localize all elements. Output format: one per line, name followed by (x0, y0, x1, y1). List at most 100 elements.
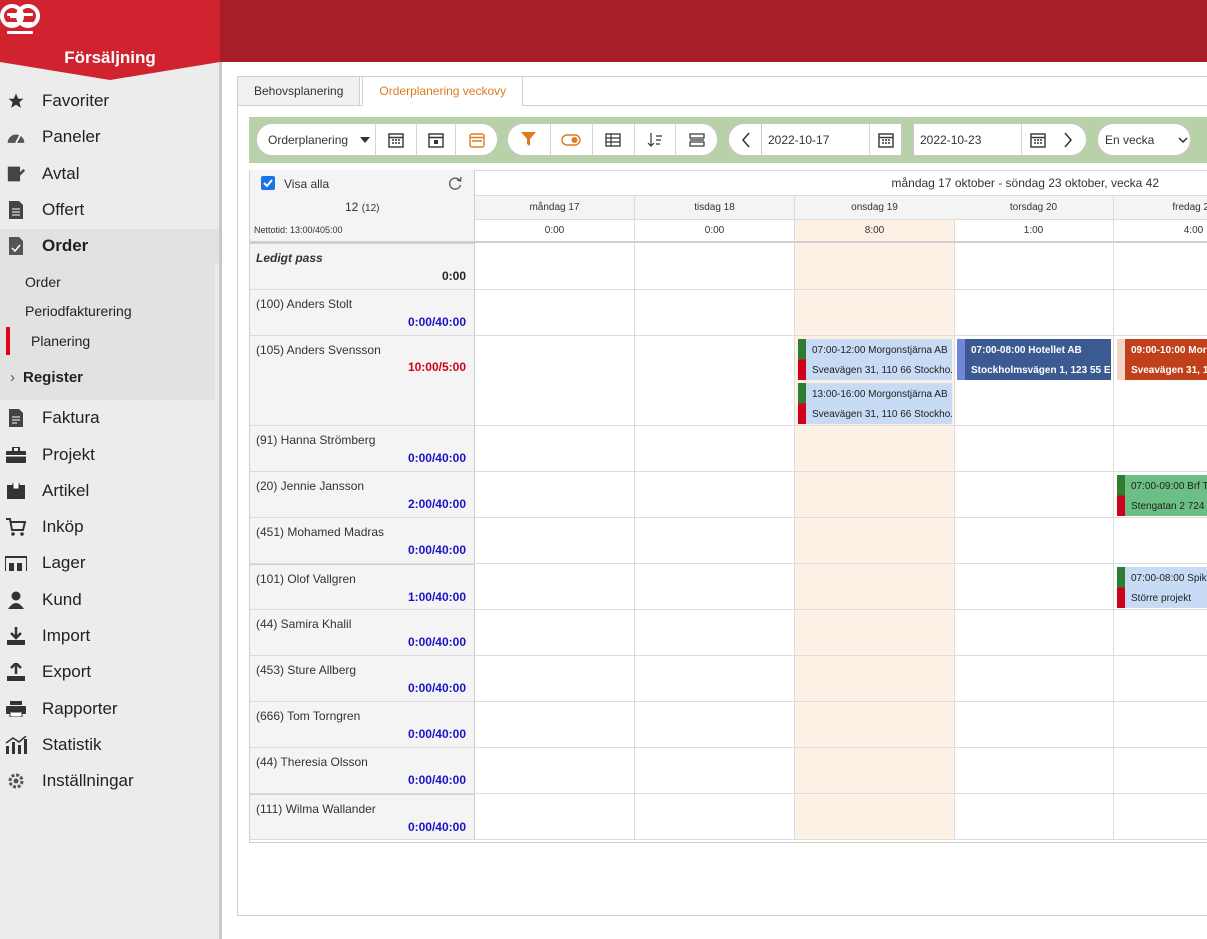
order-event[interactable]: 07:00-09:00 Brf Tvåan Stengatan 2 724 66 … (1117, 475, 1207, 516)
toggle-button[interactable] (549, 124, 593, 155)
schedule-cell[interactable] (635, 336, 795, 426)
sidebar-item-offert[interactable]: Offert (0, 193, 219, 227)
schedule-cell[interactable] (1114, 702, 1207, 748)
schedule-cell[interactable] (795, 426, 955, 472)
schedule-cell[interactable] (1114, 426, 1207, 472)
sidebar-item-avtal[interactable]: Avtal (0, 157, 219, 191)
resource-row-label[interactable]: (105) Anders Svensson 10:00/5:00 (250, 336, 475, 426)
week-view-button[interactable] (455, 124, 497, 155)
sidebar-subitem-order[interactable]: Order (0, 268, 215, 296)
day-header[interactable]: tisdag 18 (635, 196, 795, 220)
sort-button[interactable] (633, 124, 676, 155)
tab-orderplanering-veckovy[interactable]: Orderplanering veckovy (362, 76, 524, 106)
sidebar-item-lager[interactable]: Lager (0, 546, 219, 580)
schedule-cell[interactable] (954, 610, 1114, 656)
schedule-cell[interactable] (954, 243, 1114, 290)
schedule-cell[interactable] (1114, 518, 1207, 564)
schedule-cell[interactable] (795, 564, 955, 610)
date-from-calendar-button[interactable] (869, 124, 901, 155)
schedule-cell[interactable] (635, 610, 795, 656)
resource-row-label[interactable]: (666) Tom Torngren 0:00/40:00 (250, 702, 475, 748)
schedule-cell[interactable] (1114, 243, 1207, 290)
resource-row-label[interactable]: (20) Jennie Jansson 2:00/40:00 (250, 472, 475, 518)
sidebar-subitem-register[interactable]: › Register (0, 363, 215, 391)
date-to-calendar-button[interactable] (1021, 124, 1053, 155)
resource-row-label[interactable]: (453) Sture Allberg 0:00/40:00 (250, 656, 475, 702)
schedule-cell[interactable] (954, 794, 1114, 840)
order-event[interactable]: 09:00-10:00 Morgonstjärna AB Sveavägen 31… (1117, 339, 1207, 380)
sidebar-item-rapporter[interactable]: Rapporter (0, 692, 219, 726)
schedule-cell[interactable] (954, 426, 1114, 472)
schedule-cell[interactable] (954, 702, 1114, 748)
date-to-field[interactable]: 2022-10-23 (913, 123, 1054, 156)
schedule-cell[interactable] (795, 243, 955, 290)
range-select[interactable]: En vecka (1097, 123, 1191, 156)
month-view-button[interactable] (375, 124, 416, 155)
schedule-cell[interactable] (635, 472, 795, 518)
schedule-cell[interactable] (1114, 610, 1207, 656)
sidebar-subitem-periodfakturering[interactable]: Periodfakturering (0, 297, 215, 325)
show-all-checkbox[interactable] (261, 176, 275, 190)
rows-button[interactable] (675, 124, 717, 155)
schedule-cell[interactable] (795, 794, 955, 840)
schedule-cell[interactable] (795, 702, 955, 748)
schedule-cell[interactable] (795, 656, 955, 702)
schedule-cell[interactable] (954, 472, 1114, 518)
schedule-cell[interactable] (635, 564, 795, 610)
schedule-cell[interactable] (475, 794, 635, 840)
sidebar-item-favoriter[interactable]: Favoriter (0, 84, 219, 118)
schedule-cell[interactable] (954, 290, 1114, 336)
sidebar-item-faktura[interactable]: Faktura (0, 401, 219, 435)
resource-row-label[interactable]: Ledigt pass 0:00 (250, 243, 475, 290)
resource-row-label[interactable]: (44) Theresia Olsson 0:00/40:00 (250, 748, 475, 794)
resource-row-label[interactable]: (91) Hanna Strömberg 0:00/40:00 (250, 426, 475, 472)
sidebar-subitem-planering[interactable]: Planering (0, 327, 215, 355)
schedule-cell[interactable] (635, 243, 795, 290)
resource-row-label[interactable]: (451) Mohamed Madras 0:00/40:00 (250, 518, 475, 564)
day-header[interactable]: fredag 21 (1114, 196, 1207, 220)
sidebar-item-import[interactable]: Import (0, 619, 219, 653)
sidebar-item-export[interactable]: Export (0, 655, 219, 689)
order-event[interactable]: 07:00-08:00 Spikfabriken Större projekt (1117, 567, 1207, 608)
schedule-cell[interactable] (635, 426, 795, 472)
schedule-cell[interactable] (635, 748, 795, 794)
sidebar-item-artikel[interactable]: Artikel (0, 474, 219, 508)
schedule-cell[interactable] (475, 472, 635, 518)
day-view-button[interactable] (415, 124, 456, 155)
tab-behovsplanering[interactable]: Behovsplanering (237, 76, 361, 106)
schedule-cell[interactable] (795, 748, 955, 794)
order-event[interactable]: 07:00-08:00 Hotellet AB Stockholmsvägen 1… (957, 339, 1111, 380)
sidebar-item-inkop[interactable]: Inköp (0, 510, 219, 544)
schedule-cell[interactable] (475, 336, 635, 426)
schedule-cell[interactable] (635, 702, 795, 748)
refresh-icon[interactable] (447, 175, 463, 191)
view-dropdown[interactable]: Orderplanering (257, 124, 375, 155)
schedule-cell[interactable] (954, 518, 1114, 564)
schedule-cell[interactable] (635, 518, 795, 564)
schedule-cell[interactable] (475, 426, 635, 472)
schedule-cell[interactable] (1114, 748, 1207, 794)
schedule-cell[interactable] (475, 610, 635, 656)
order-event[interactable]: 07:00-12:00 Morgonstjärna AB Sveavägen 31… (798, 339, 952, 380)
table-view-button[interactable] (592, 124, 634, 155)
date-from-field[interactable]: 2022-10-17 (761, 123, 902, 156)
schedule-cell[interactable] (1114, 794, 1207, 840)
schedule-cell[interactable] (954, 748, 1114, 794)
schedule-cell[interactable] (475, 702, 635, 748)
order-event[interactable]: 13:00-16:00 Morgonstjärna AB Sveavägen 31… (798, 383, 952, 424)
schedule-cell[interactable] (635, 794, 795, 840)
schedule-cell[interactable] (954, 564, 1114, 610)
day-header[interactable]: torsdag 20 (954, 196, 1114, 220)
schedule-cell[interactable] (635, 290, 795, 336)
sidebar-item-paneler[interactable]: Paneler (0, 120, 219, 154)
resource-row-label[interactable]: (44) Samira Khalil 0:00/40:00 (250, 610, 475, 656)
schedule-cell[interactable] (1114, 656, 1207, 702)
day-header[interactable]: onsdag 19 (795, 196, 955, 220)
sidebar-item-order[interactable]: Order (0, 229, 219, 263)
resource-row-label[interactable]: (101) Olof Vallgren 1:00/40:00 (250, 564, 475, 610)
filter-button[interactable] (508, 124, 550, 155)
schedule-cell[interactable] (795, 518, 955, 564)
sidebar-item-kund[interactable]: Kund (0, 583, 219, 617)
resource-row-label[interactable]: (100) Anders Stolt 0:00/40:00 (250, 290, 475, 336)
schedule-cell[interactable] (475, 748, 635, 794)
